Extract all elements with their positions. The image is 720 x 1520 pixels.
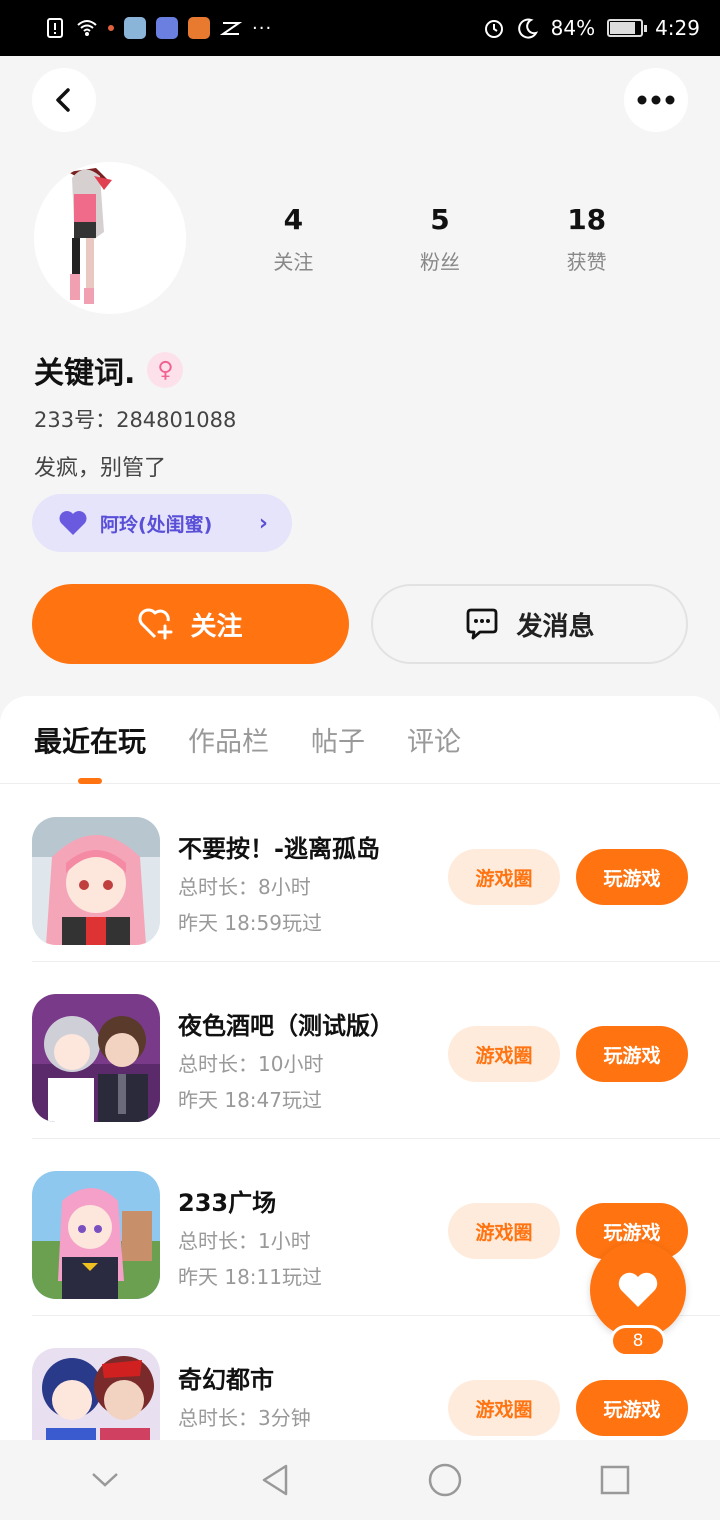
game-last-played: 昨天 18:11玩过: [178, 1265, 322, 1289]
video-app-icon: [188, 17, 210, 39]
female-icon: ♀: [147, 352, 184, 388]
heart-icon: [618, 1272, 658, 1307]
game-last-played: 昨天 18:59玩过: [178, 911, 322, 935]
follow-button[interactable]: 关注: [32, 584, 349, 664]
avatar[interactable]: [34, 162, 186, 314]
nav-home-button[interactable]: [405, 1450, 485, 1510]
game-circle-button[interactable]: 游戏圈: [448, 1026, 560, 1082]
game-name: 奇幻都市: [178, 1366, 274, 1394]
game-circle-button[interactable]: 游戏圈: [448, 1380, 560, 1436]
status-bar: ··· 84% 4:29: [0, 0, 720, 56]
nickname-row: 关键词. ♀: [34, 348, 184, 392]
stat-likes-count: 18: [567, 203, 607, 236]
list-item[interactable]: 不要按！-逃离孤岛 总时长：8小时 昨天 18:59玩过 游戏圈 玩游戏: [32, 785, 720, 962]
relation-chip[interactable]: 阿玲(处闺蜜) ›: [32, 494, 292, 552]
profile-tabs: 最近在玩 作品栏 帖子 评论: [0, 696, 720, 784]
music-app-icon: [156, 17, 178, 39]
circle-home-icon: [428, 1463, 462, 1497]
tab-posts[interactable]: 帖子: [311, 696, 365, 784]
play-game-button[interactable]: 玩游戏: [576, 849, 688, 905]
game-name: 233广场: [178, 1189, 277, 1217]
tab-comments[interactable]: 评论: [407, 696, 461, 784]
like-count-badge: 8: [610, 1325, 666, 1357]
sim-alert-icon: [47, 18, 63, 38]
game-last-played: 昨天 18:47玩过: [178, 1088, 322, 1112]
stat-following-label: 关注: [273, 250, 314, 274]
relation-chip-label: 阿玲(处闺蜜): [100, 513, 213, 536]
bio: 发疯，别管了: [34, 456, 167, 481]
battery-level: [610, 22, 636, 34]
status-icons-left: ···: [44, 17, 272, 39]
game-icon: [32, 1171, 160, 1299]
notification-dot-icon: [108, 25, 114, 31]
send-message-label: 发消息: [516, 611, 595, 642]
battery-percent: 84%: [550, 16, 596, 40]
game-icon: [32, 994, 160, 1122]
tab-recently-played-label: 最近在玩: [34, 724, 147, 758]
game-icon: [32, 1348, 160, 1440]
stat-likes[interactable]: 18 获赞: [513, 202, 660, 275]
back-button[interactable]: [32, 68, 96, 132]
nav-recents-button[interactable]: [575, 1450, 655, 1510]
chevron-right-icon: ›: [258, 510, 268, 536]
purple-heart-icon: [59, 511, 87, 535]
more-options-button[interactable]: [624, 68, 688, 132]
tab-comments-label: 评论: [407, 727, 462, 758]
more-notifications-icon: ···: [252, 17, 273, 39]
clock: 4:29: [655, 16, 700, 40]
tab-posts-label: 帖子: [311, 727, 366, 758]
play-game-button[interactable]: 玩游戏: [576, 1380, 688, 1436]
do-not-disturb-moon-icon: [517, 18, 538, 39]
app-avatar-icon: [124, 17, 146, 39]
game-name: 不要按！-逃离孤岛: [178, 835, 380, 863]
stat-fans-label: 粉丝: [420, 250, 460, 274]
mail-icon: [220, 22, 242, 35]
chevron-left-icon: [56, 88, 70, 112]
game-circle-button[interactable]: 游戏圈: [448, 1203, 560, 1259]
tab-works-label: 作品栏: [188, 727, 270, 758]
tab-works[interactable]: 作品栏: [188, 696, 269, 784]
game-icon: [32, 817, 160, 945]
active-tab-indicator: [78, 777, 102, 784]
game-duration: 总时长：1小时: [178, 1229, 311, 1253]
stat-fans[interactable]: 5 粉丝: [367, 202, 514, 275]
chevron-down-icon: [92, 1473, 118, 1487]
triangle-back-icon: [262, 1464, 288, 1496]
avatar-character-image: [34, 162, 186, 314]
wifi-icon: [77, 20, 97, 36]
game-duration: 总时长：8小时: [178, 875, 311, 899]
stat-likes-label: 获赞: [566, 250, 607, 274]
heart-plus-icon: [139, 608, 173, 640]
follow-button-label: 关注: [190, 611, 243, 642]
game-circle-button[interactable]: 游戏圈: [448, 849, 560, 905]
game-duration: 总时长：3分钟: [178, 1406, 311, 1430]
battery-icon: [607, 19, 648, 37]
stat-fans-count: 5: [430, 203, 450, 236]
nav-back-button[interactable]: [235, 1450, 315, 1510]
play-game-button[interactable]: 玩游戏: [576, 1026, 688, 1082]
system-nav-bar: [0, 1440, 720, 1520]
chat-bubble-icon: [467, 608, 498, 640]
nav-collapse-button[interactable]: [65, 1450, 145, 1510]
send-message-button[interactable]: 发消息: [371, 584, 688, 664]
user-id[interactable]: 233号：284801088: [34, 404, 236, 434]
game-name: 夜色酒吧（测试版）: [178, 1012, 394, 1040]
alarm-icon: [484, 20, 503, 38]
square-recents-icon: [600, 1465, 630, 1495]
stat-following[interactable]: 4 关注: [220, 202, 367, 275]
tab-recently-played[interactable]: 最近在玩: [34, 696, 146, 784]
more-dots-icon: [637, 95, 675, 105]
list-item[interactable]: 夜色酒吧（测试版） 总时长：10小时 昨天 18:47玩过 游戏圈 玩游戏: [32, 962, 720, 1139]
game-duration: 总时长：10小时: [178, 1052, 324, 1076]
floating-like-button[interactable]: [590, 1242, 686, 1338]
stat-following-count: 4: [283, 203, 304, 236]
status-icons-right: 84% 4:29: [483, 16, 700, 40]
nickname: 关键词.: [34, 356, 136, 391]
profile-stats: 4 关注 5 粉丝 18 获赞: [220, 202, 660, 275]
